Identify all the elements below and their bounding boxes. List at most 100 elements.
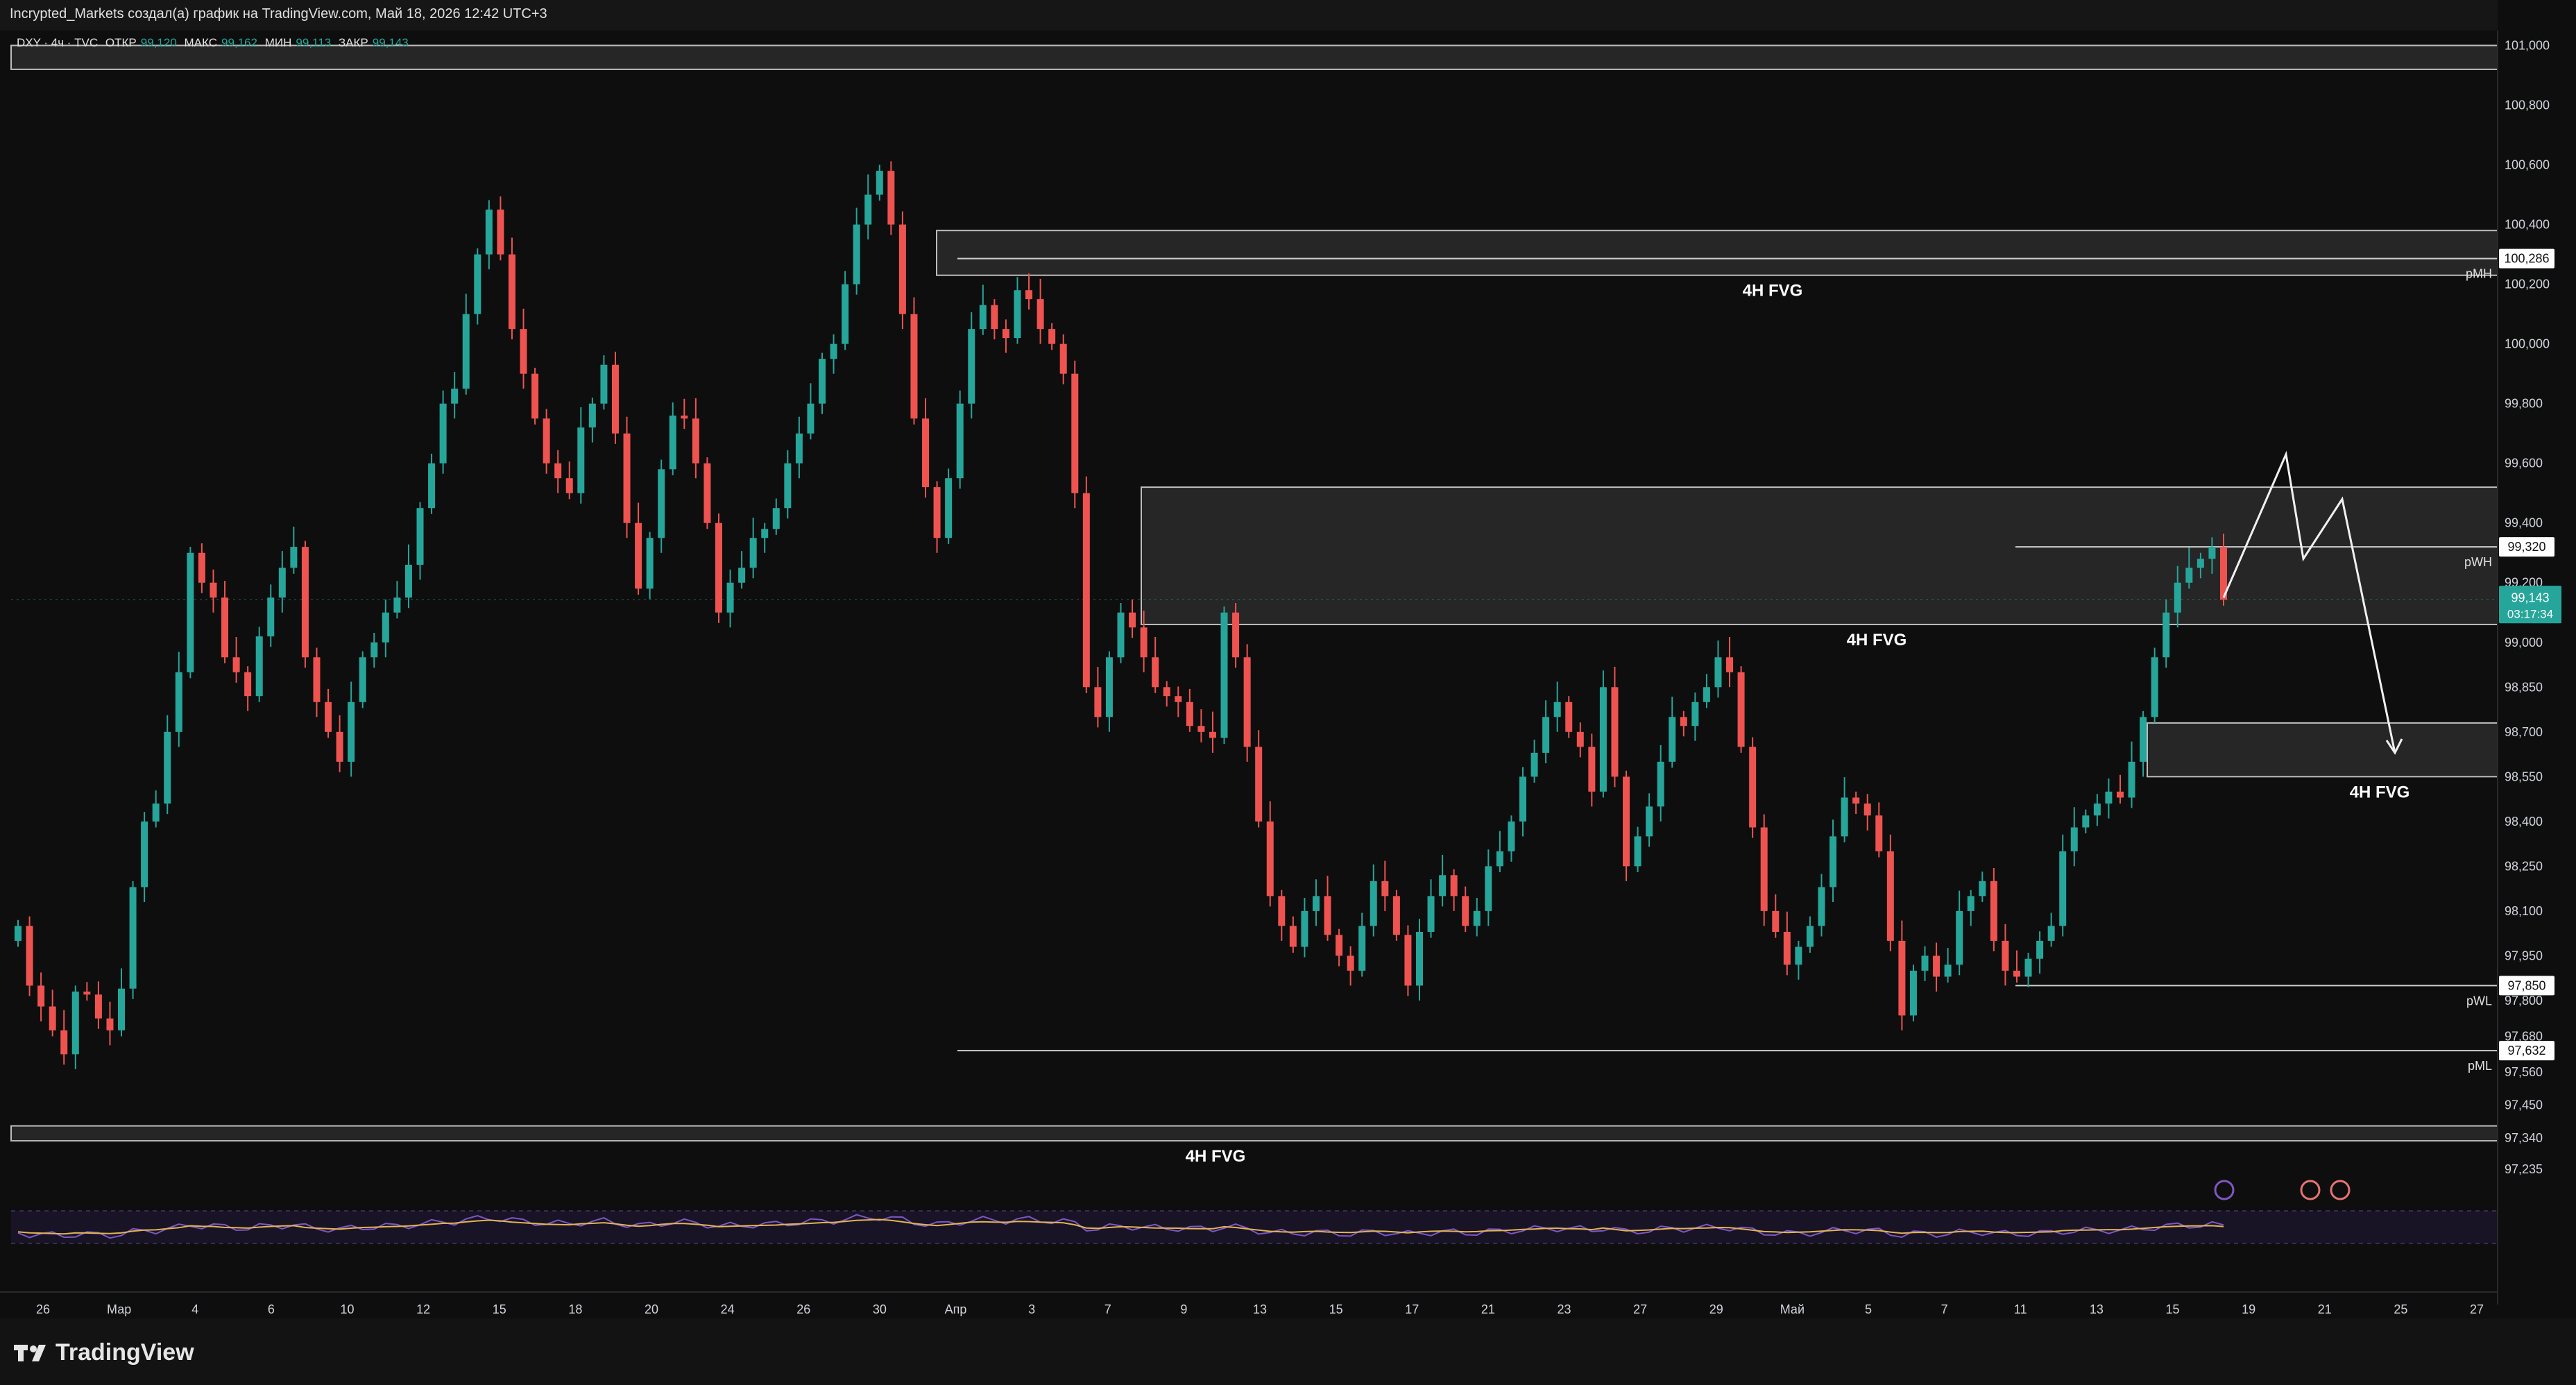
y-tick-label: 98,700 [2505,725,2543,739]
candle-body [278,568,286,598]
candle-body [1508,821,1515,851]
candle-body [451,389,459,404]
x-tick-label: 21 [2318,1302,2332,1316]
candle-body [221,597,229,658]
price-marker-label: 97,632 [2507,1044,2545,1057]
candle-body [1714,657,1722,688]
candle-body [784,463,792,509]
candle-body [2024,958,2032,977]
candle-body [1415,931,1423,986]
candle-body [1841,797,1848,837]
x-tick-label: 5 [1865,1302,1872,1316]
x-tick-label: 20 [645,1302,658,1316]
y-tick-label: 98,250 [2505,859,2543,873]
candle-body [2116,791,2124,798]
fvg-zone [936,230,2498,276]
candle-body [2208,547,2216,559]
candle-body [945,478,953,538]
y-tick-label: 100,200 [2505,278,2550,291]
candle-body [187,552,194,672]
y-tick-label: 101,000 [2505,39,2550,53]
candle-body [1634,836,1641,867]
fvg-zone [2147,722,2498,778]
candle-body [1324,896,1331,935]
x-tick-label: 27 [1633,1302,1647,1316]
candle-body [922,418,930,488]
candle-body [898,224,906,314]
candle-body [348,702,355,762]
candle-body [141,821,148,887]
candle-body [1921,955,1929,971]
candle-body [2047,926,2055,941]
y-tick-label: 98,400 [2505,815,2543,829]
candle-body [1002,329,1009,339]
candle-body [1025,290,1033,300]
x-tick-label: 23 [1557,1302,1571,1316]
lightning-icon[interactable] [2214,1180,2235,1200]
candle-body [1657,761,1664,807]
candle-body [1289,926,1297,947]
legend-high-label: МАКС [184,36,218,49]
candle-body [382,612,389,643]
x-tick-label: 15 [1329,1302,1343,1316]
flag-icon-1[interactable] [2300,1180,2321,1200]
flag-icon-2[interactable] [2330,1180,2351,1200]
candle-body [60,1030,68,1055]
candle-body [2197,559,2204,568]
x-tick-label: 27 [2470,1302,2484,1316]
x-tick-label: 11 [2014,1302,2027,1316]
candle-body [404,564,412,598]
legend-low-value: 99,113 [296,36,332,49]
candle-body [255,636,263,697]
candle-body [1209,731,1216,738]
x-tick-label: 10 [340,1302,354,1316]
candle-body [1462,896,1469,926]
candle-body [1186,702,1193,727]
candle-body [1875,815,1883,851]
fvg-zone-label: 4H FVG [1847,631,1907,649]
price-chart[interactable]: 4H FVG4H FVG4H FVG4H FVG pMHpWHpWLpML 63… [0,0,2576,1385]
candle-body [692,418,699,464]
candle-body [1105,657,1113,717]
candle-body [819,359,826,404]
candle-body [428,463,436,509]
candle-body [1140,627,1148,658]
candle-body [71,992,79,1055]
candle-body [1037,299,1044,330]
price-marker-label: 97,850 [2507,978,2545,992]
candle-body [1175,696,1182,702]
candle-body [1990,881,1997,941]
candle-body [462,314,470,389]
candle-body [1427,896,1435,932]
candle-body [1152,657,1159,688]
candle-body [2013,970,2020,977]
candle-body [565,478,573,493]
candle-body [1530,752,1538,777]
candle-body [2151,657,2158,717]
tradingview-logo[interactable]: TradingView [12,1339,194,1366]
x-tick-label: 7 [1941,1302,1948,1316]
legend-close-value: 99,143 [372,36,409,49]
candle-body [1588,747,1596,792]
candle-body [1956,910,1963,965]
candle-body [152,804,160,822]
legend-low-label: МИН [264,36,292,49]
candle-body [703,463,711,523]
candle-body [1967,896,1974,911]
candle-body [658,469,665,538]
tradingview-logo-icon [14,1344,46,1361]
candle-body [175,672,182,732]
candle-body [795,433,803,464]
candle-body [1703,687,1710,702]
x-tick-label: 17 [1405,1302,1419,1316]
candle-body [1312,896,1320,911]
candle-body [474,254,481,314]
y-tick-label: 97,340 [2505,1131,2543,1145]
x-tick-label: Май [1780,1302,1805,1316]
candle-body [232,657,240,672]
candle-body [1014,290,1021,339]
candle-body [2059,851,2067,926]
candle-body [2128,761,2135,798]
x-tick-label: 13 [1253,1302,1267,1316]
candle-body [1979,881,1986,897]
